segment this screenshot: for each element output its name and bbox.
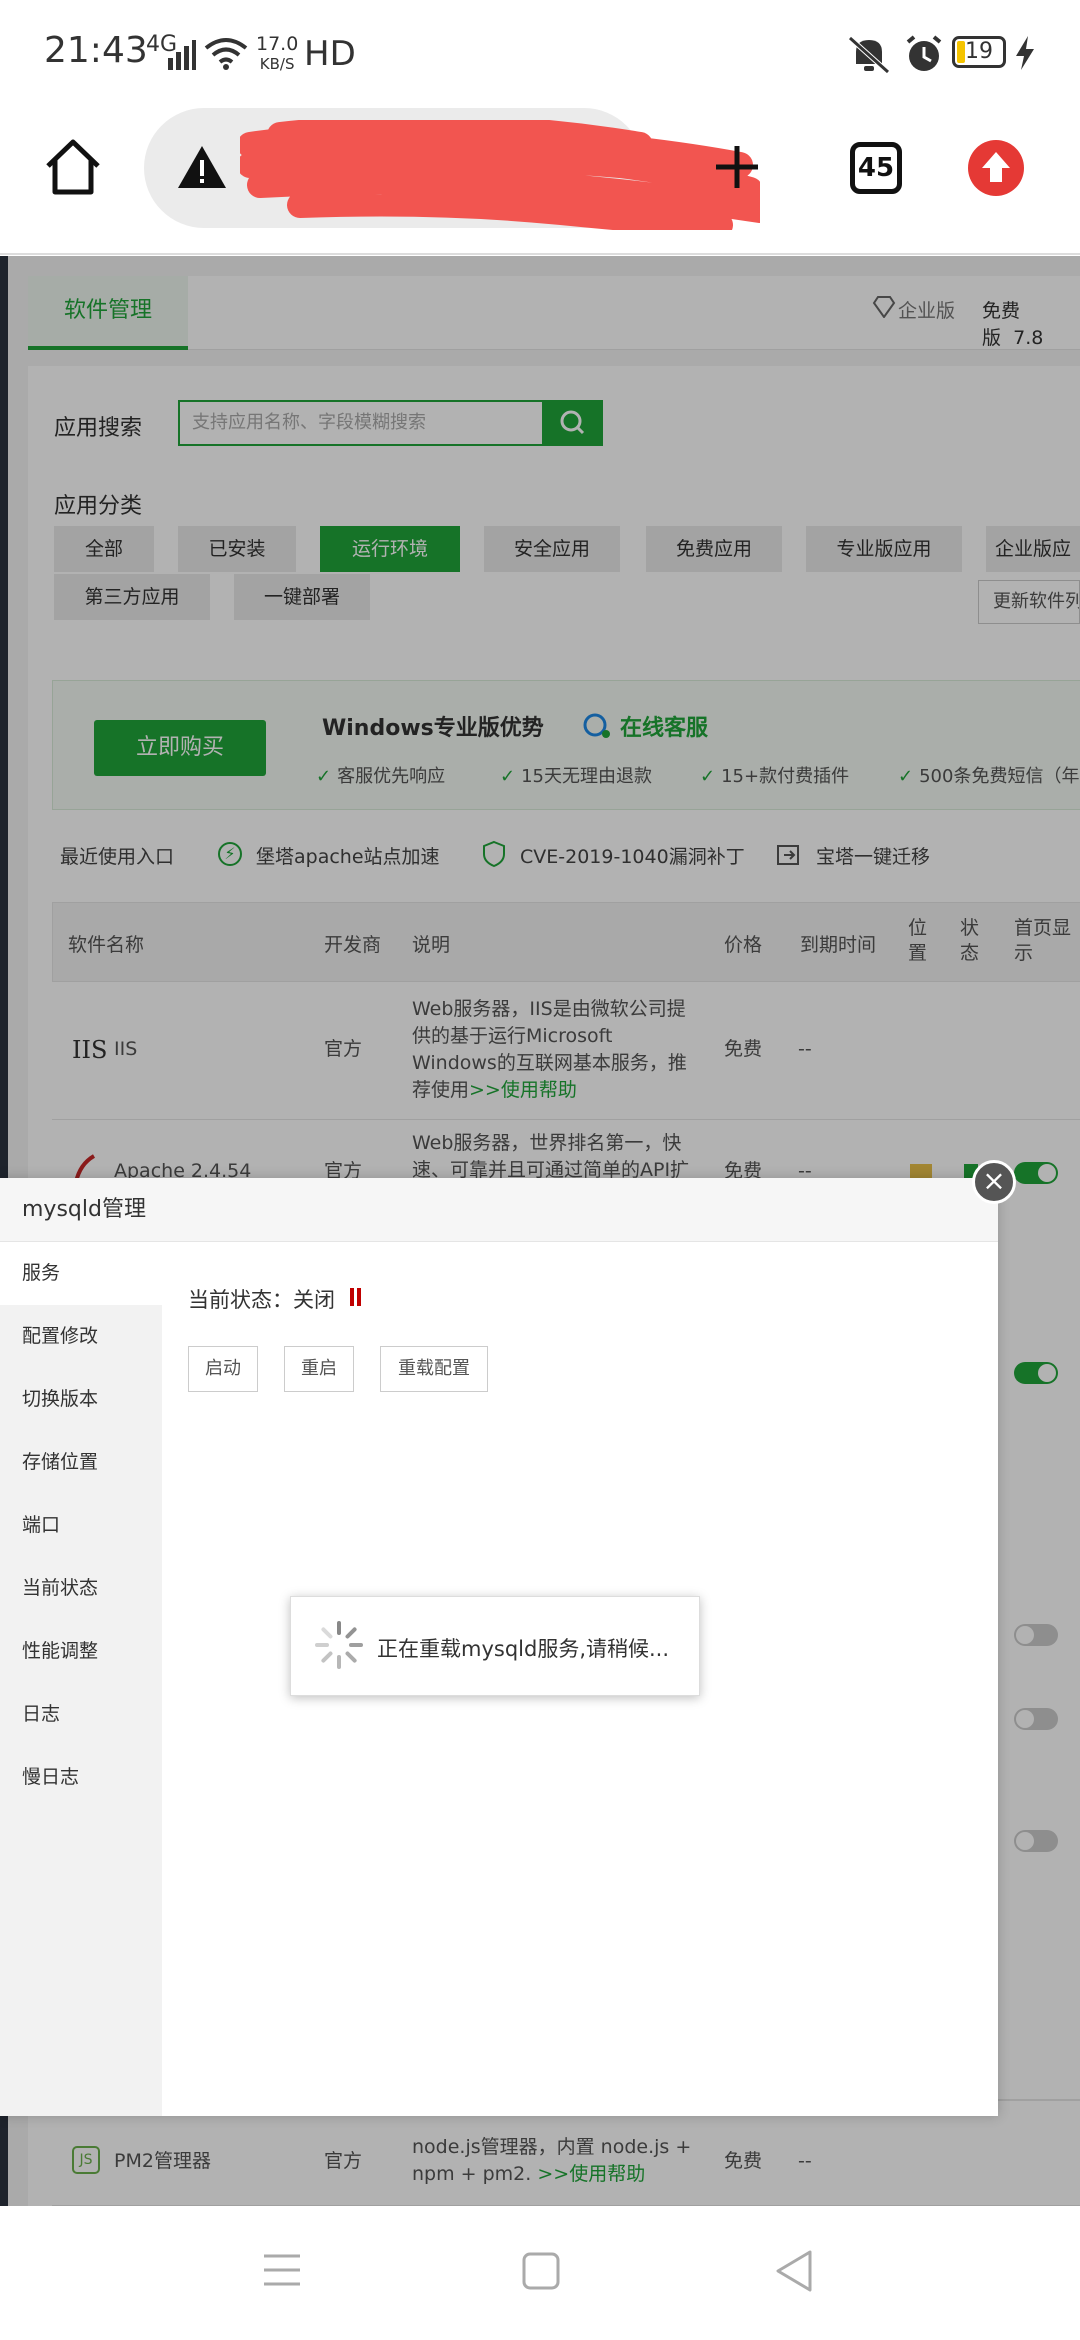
hd-indicator: HD [304, 34, 356, 74]
menu-version[interactable]: 切换版本 [0, 1368, 162, 1431]
warning-icon[interactable] [176, 144, 228, 190]
start-button[interactable]: 启动 [188, 1346, 258, 1392]
menu-port[interactable]: 端口 [0, 1494, 162, 1557]
wifi-icon [204, 38, 248, 70]
menu-status[interactable]: 当前状态 [0, 1557, 162, 1620]
menu-icon[interactable] [262, 2252, 302, 2288]
menu-storage[interactable]: 存储位置 [0, 1431, 162, 1494]
menu-log[interactable]: 日志 [0, 1683, 162, 1746]
battery-icon: 19 [952, 36, 1006, 68]
status-bar: 21:43 4G 17.0 KB/S HD 19 [0, 0, 1080, 100]
tabs-icon[interactable]: 45 [850, 142, 902, 194]
new-tab-icon[interactable] [712, 142, 762, 192]
stopped-icon [350, 1288, 361, 1306]
battery-fill [957, 41, 965, 63]
modal-title: mysqld管理 [0, 1178, 998, 1242]
update-icon[interactable] [968, 140, 1024, 196]
clock: 21:43 [44, 30, 148, 71]
restart-button[interactable]: 重启 [284, 1346, 354, 1392]
battery-level: 19 [965, 39, 993, 64]
loading-text: 正在重载mysqld服务,请稍候... [377, 1637, 670, 1661]
menu-config[interactable]: 配置修改 [0, 1305, 162, 1368]
menu-performance[interactable]: 性能调整 [0, 1620, 162, 1683]
close-icon[interactable]: × [972, 1160, 1016, 1204]
menu-slow-log[interactable]: 慢日志 [0, 1746, 162, 1809]
reload-config-button[interactable]: 重载配置 [380, 1346, 488, 1392]
system-nav-bar [0, 2210, 1080, 2340]
charging-icon [1016, 36, 1034, 70]
mute-icon [848, 36, 890, 74]
home-nav-icon[interactable] [522, 2252, 560, 2290]
redaction-mark [240, 120, 760, 230]
network-speed: 17.0 KB/S [256, 34, 298, 74]
loading-toast: 正在重载mysqld服务,请稍候... [290, 1596, 700, 1696]
menu-service[interactable]: 服务 [0, 1242, 162, 1305]
spinner-icon [315, 1621, 363, 1669]
signal-icon [168, 40, 196, 70]
back-icon[interactable] [776, 2250, 812, 2292]
home-icon[interactable] [44, 138, 102, 196]
browser-toolbar: 45 [0, 100, 1080, 255]
speed-value: 17.0 [256, 33, 299, 55]
alarm-icon [906, 35, 942, 71]
speed-unit: KB/S [259, 55, 295, 73]
current-status: 当前状态：关闭 [188, 1288, 335, 1312]
